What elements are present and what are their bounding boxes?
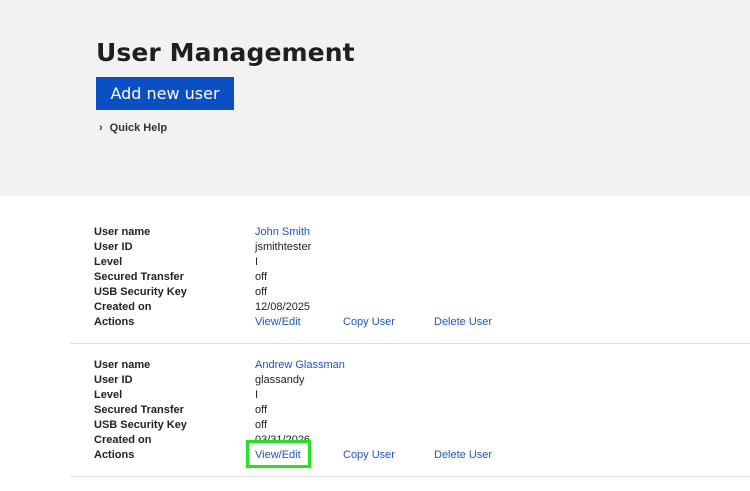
usb-key-row: USB Security Key off bbox=[94, 418, 750, 433]
level-value: I bbox=[255, 256, 259, 268]
created-on-row: Created on 12/08/2025 bbox=[94, 300, 750, 315]
user-name-label: User name bbox=[94, 359, 151, 371]
usb-key-value: off bbox=[255, 419, 268, 431]
record-divider bbox=[70, 343, 750, 344]
level-label: Level bbox=[94, 256, 123, 268]
user-id-label: User ID bbox=[94, 241, 133, 253]
secured-transfer-row: Secured Transfer off bbox=[94, 403, 750, 418]
actions-label: Actions bbox=[94, 449, 135, 461]
actions-row: Actions View/Edit Copy User Delete User bbox=[94, 448, 750, 463]
user-name-label: User name bbox=[94, 226, 151, 238]
user-record: User name Andrew Glassman User ID glassa… bbox=[70, 358, 750, 468]
page-title: User Management bbox=[96, 38, 355, 67]
user-id-value: glassandy bbox=[255, 374, 305, 386]
secured-transfer-label: Secured Transfer bbox=[94, 271, 184, 283]
delete-user-link[interactable]: Delete User bbox=[434, 315, 492, 330]
secured-transfer-label: Secured Transfer bbox=[94, 404, 184, 416]
usb-key-label: USB Security Key bbox=[94, 419, 187, 431]
copy-user-link[interactable]: Copy User bbox=[343, 315, 395, 330]
quick-help-toggle[interactable]: › Quick Help bbox=[99, 122, 167, 134]
view-edit-link[interactable]: View/Edit bbox=[255, 448, 301, 463]
copy-user-link[interactable]: Copy User bbox=[343, 448, 395, 463]
user-name-link[interactable]: Andrew Glassman bbox=[255, 358, 345, 373]
record-divider bbox=[70, 476, 750, 477]
level-row: Level I bbox=[94, 388, 750, 403]
created-on-label: Created on bbox=[94, 301, 152, 313]
user-name-link[interactable]: John Smith bbox=[255, 225, 310, 240]
quick-help-label: Quick Help bbox=[109, 122, 168, 134]
level-row: Level I bbox=[94, 255, 750, 270]
usb-key-label: USB Security Key bbox=[94, 286, 187, 298]
add-new-user-button[interactable]: Add new user bbox=[96, 77, 234, 110]
user-id-row: User ID glassandy bbox=[94, 373, 750, 388]
actions-row: Actions View/Edit Copy User Delete User bbox=[94, 315, 750, 330]
created-on-value: 12/08/2025 bbox=[255, 301, 311, 313]
view-edit-link[interactable]: View/Edit bbox=[255, 315, 301, 330]
user-id-label: User ID bbox=[94, 374, 133, 386]
user-id-value: jsmithtester bbox=[255, 241, 312, 253]
created-on-row: Created on 03/31/2026 bbox=[94, 433, 750, 448]
secured-transfer-value: off bbox=[255, 271, 268, 283]
secured-transfer-row: Secured Transfer off bbox=[94, 270, 750, 285]
usb-key-row: USB Security Key off bbox=[94, 285, 750, 300]
level-label: Level bbox=[94, 389, 123, 401]
page-header: User Management Add new user › Quick Hel… bbox=[0, 0, 750, 196]
level-value: I bbox=[255, 389, 259, 401]
user-name-row: User name Andrew Glassman bbox=[94, 358, 750, 373]
user-name-row: User name John Smith bbox=[94, 225, 750, 240]
usb-key-value: off bbox=[255, 286, 268, 298]
user-id-row: User ID jsmithtester bbox=[94, 240, 750, 255]
chevron-right-icon: › bbox=[99, 122, 103, 134]
delete-user-link[interactable]: Delete User bbox=[434, 448, 492, 463]
secured-transfer-value: off bbox=[255, 404, 268, 416]
created-on-value: 03/31/2026 bbox=[255, 434, 311, 446]
actions-label: Actions bbox=[94, 316, 135, 328]
user-record: User name John Smith User ID jsmithteste… bbox=[70, 225, 750, 335]
created-on-label: Created on bbox=[94, 434, 152, 446]
